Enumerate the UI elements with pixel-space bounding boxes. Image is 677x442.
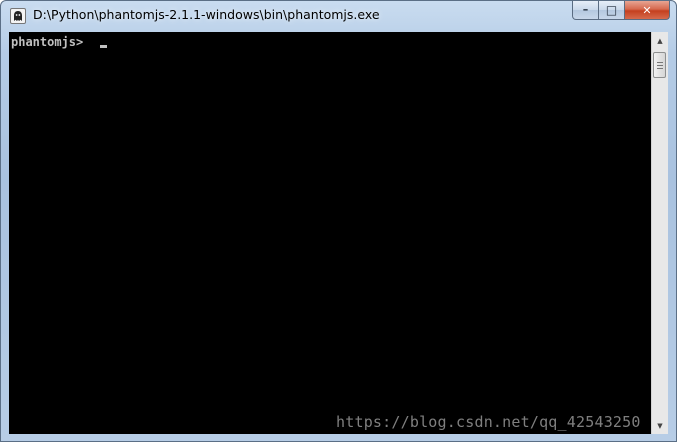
grip-line: [657, 65, 663, 66]
console-window: D:\Python\phantomjs-2.1.1-windows\bin\ph…: [0, 0, 677, 442]
watermark-text: https://blog.csdn.net/qq_42543250: [336, 413, 641, 431]
grip-line: [657, 62, 663, 63]
scroll-up-button[interactable]: ▲: [652, 32, 668, 49]
console-output[interactable]: phantomjs> https://blog.csdn.net/qq_4254…: [9, 32, 651, 434]
arrow-down-icon: ▼: [657, 421, 663, 430]
maximize-button[interactable]: □: [599, 1, 625, 20]
phantomjs-ghost-icon[interactable]: [10, 8, 26, 24]
close-icon: ✕: [642, 3, 652, 17]
minimize-button[interactable]: –: [572, 1, 599, 20]
minimize-icon: –: [582, 2, 589, 16]
title-bar[interactable]: D:\Python\phantomjs-2.1.1-windows\bin\ph…: [1, 1, 676, 31]
maximize-icon: □: [605, 3, 618, 17]
ghost-icon-graphic: [14, 11, 22, 21]
vertical-scrollbar[interactable]: ▲ ▼: [651, 32, 668, 434]
close-button[interactable]: ✕: [625, 1, 670, 20]
grip-line: [657, 68, 663, 69]
scroll-down-button[interactable]: ▼: [652, 417, 668, 434]
window-controls: – □ ✕: [572, 1, 670, 21]
window-title: D:\Python\phantomjs-2.1.1-windows\bin\ph…: [33, 7, 380, 22]
text-cursor: [100, 45, 107, 48]
scroll-thumb[interactable]: [653, 52, 666, 78]
console-prompt: phantomjs>: [11, 35, 91, 49]
arrow-up-icon: ▲: [657, 36, 663, 45]
